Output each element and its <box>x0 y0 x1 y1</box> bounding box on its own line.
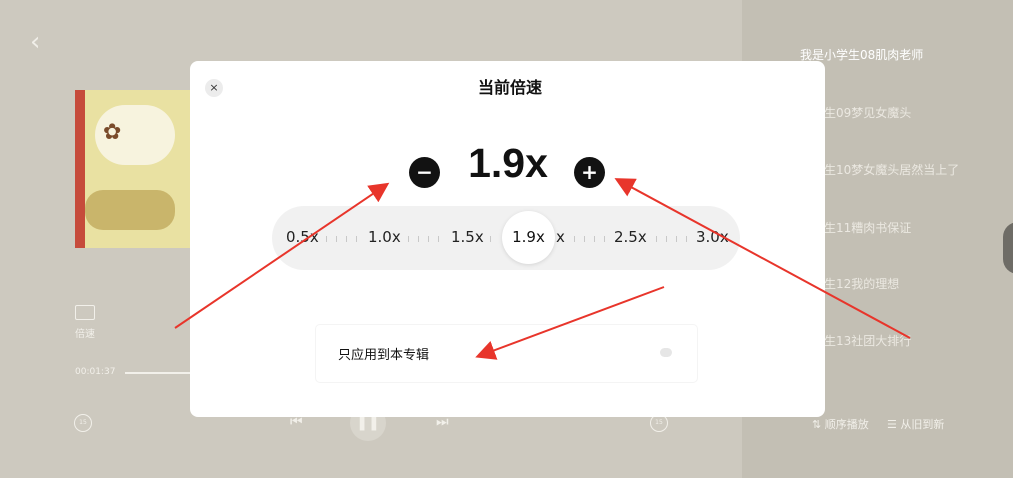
sort-order-button[interactable]: ☰ 从旧到新 <box>887 416 944 432</box>
increase-speed-button[interactable]: + <box>574 157 605 188</box>
speed-label: 倍速 <box>75 329 95 340</box>
slider-tick <box>594 236 595 242</box>
speed-icon <box>75 305 95 320</box>
play-order-button[interactable]: ⇅ 顺序播放 <box>812 416 869 432</box>
rewind-seconds: 15 <box>79 419 87 426</box>
slider-tick <box>326 236 327 242</box>
play-order-label: 顺序播放 <box>824 418 869 431</box>
slider-tick <box>686 236 687 242</box>
rewind-15-button[interactable]: 15 <box>74 414 92 432</box>
speed-slider-thumb[interactable]: 1.9x <box>502 211 555 264</box>
close-icon[interactable]: × <box>205 79 223 97</box>
progress-bar[interactable] <box>125 372 195 374</box>
slider-tick <box>356 236 357 242</box>
slider-tick <box>676 236 677 242</box>
slider-tick <box>418 236 419 242</box>
side-handle[interactable] <box>1003 222 1013 274</box>
slider-tick <box>604 236 605 242</box>
speed-mark[interactable]: 3.0x <box>696 228 729 246</box>
slider-tick <box>666 236 667 242</box>
speed-mark[interactable]: 2.5x <box>614 228 647 246</box>
slider-tick <box>490 236 491 242</box>
current-speed-value: 1.9x <box>468 140 548 186</box>
back-icon[interactable]: ‹ <box>30 29 50 55</box>
current-time: 00:01:37 <box>75 367 116 377</box>
apply-album-option[interactable]: 只应用到本专辑 <box>316 325 697 382</box>
speed-button[interactable]: 倍速 <box>75 305 99 341</box>
apply-album-label: 只应用到本专辑 <box>338 348 430 363</box>
cover-logo: ✿ <box>103 120 122 145</box>
decrease-speed-button[interactable]: − <box>409 157 440 188</box>
slider-tick <box>408 236 409 242</box>
slider-tick <box>428 236 429 242</box>
speed-mark[interactable]: 1.5x <box>451 228 484 246</box>
forward-seconds: 15 <box>655 419 663 426</box>
slider-tick <box>574 236 575 242</box>
slider-tick <box>584 236 585 242</box>
speed-mark[interactable]: 1.0x <box>368 228 401 246</box>
speed-mark[interactable]: 0.5x <box>286 228 319 246</box>
slider-tick <box>438 236 439 242</box>
dialog-title: 当前倍速 <box>477 78 542 97</box>
cover-stripe <box>75 90 85 248</box>
sort-order-label: 从旧到新 <box>900 418 945 431</box>
album-cover: ✿ <box>75 90 192 248</box>
apply-album-toggle[interactable] <box>660 348 672 357</box>
slider-tick <box>336 236 337 242</box>
cover-art-shape <box>85 190 175 230</box>
slider-tick <box>346 236 347 242</box>
speed-mark-suffix: x <box>556 228 565 246</box>
slider-tick <box>656 236 657 242</box>
